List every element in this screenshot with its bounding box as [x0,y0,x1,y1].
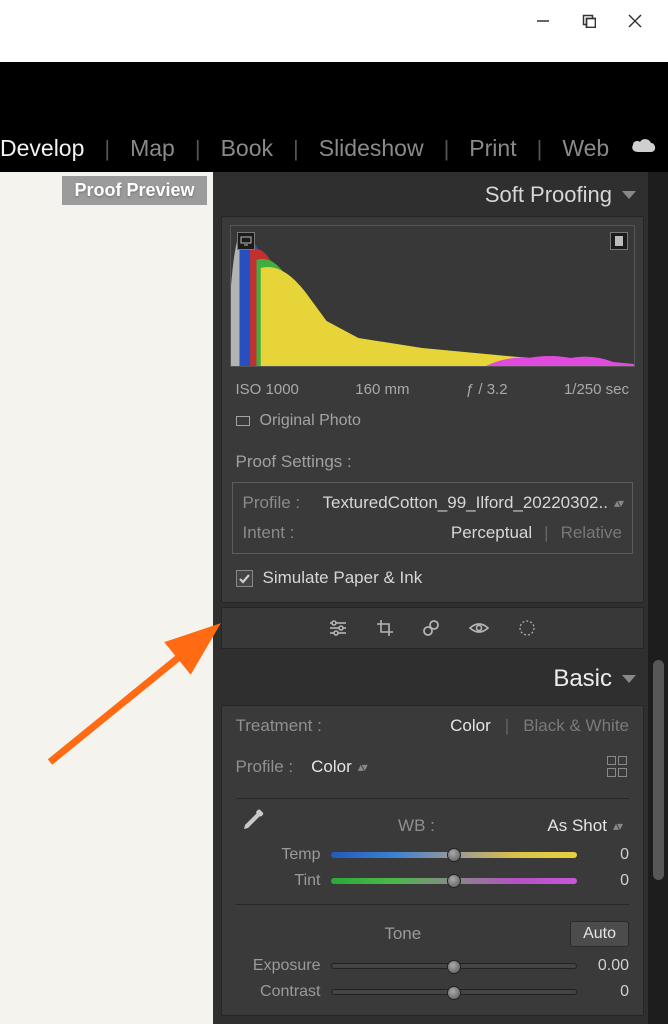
preview-pane: Proof Preview [0,172,213,1024]
profile-dropdown[interactable]: TexturedCotton_99_Ilford_20220302.. [323,493,608,513]
treatment-label: Treatment : [236,716,322,736]
minimize-button[interactable] [520,6,566,36]
proof-settings-box: Profile : TexturedCotton_99_Ilford_20220… [232,482,634,554]
exposure-value[interactable]: 0.00 [589,957,629,975]
divider [236,904,630,905]
soft-proofing-panel: ISO 1000 160 mm ƒ / 3.2 1/250 sec Origin… [221,216,645,603]
chevron-down-icon [622,675,636,683]
basic-profile-label: Profile : [236,757,294,777]
close-button[interactable] [612,6,658,36]
module-map[interactable]: Map [110,135,195,162]
intent-relative[interactable]: Relative [561,523,622,543]
module-print[interactable]: Print [449,135,536,162]
white-balance-picker-icon[interactable] [236,809,264,842]
treatment-color[interactable]: Color [450,716,491,736]
profile-browser-icon[interactable] [607,756,629,778]
chevron-down-icon [622,191,636,199]
updown-icon: ▴▾ [613,819,621,833]
updown-icon: ▴▾ [358,760,366,774]
masking-icon[interactable] [518,619,536,637]
destination-gamut-icon[interactable] [610,232,628,250]
basic-panel: Treatment : Color | Black & White Profil… [221,705,645,1016]
tool-strip [221,607,645,649]
scrollbar-thumb[interactable] [653,660,664,880]
monitor-gamut-icon[interactable] [237,232,255,250]
exif-row: ISO 1000 160 mm ƒ / 3.2 1/250 sec [222,375,644,404]
proof-settings-label: Proof Settings : [222,438,644,482]
basic-title: Basic [553,665,612,693]
intent-label: Intent : [243,523,323,543]
panel-header-soft-proofing[interactable]: Soft Proofing [221,172,645,216]
panel-header-basic[interactable]: Basic [221,653,645,705]
iso-value: ISO 1000 [236,381,299,398]
panel-scrollbar[interactable] [648,172,668,1024]
contrast-value[interactable]: 0 [589,983,629,1001]
simulate-paper-ink-label: Simulate Paper & Ink [263,568,423,588]
module-bar: Develop | Map | Book | Slideshow | Print… [0,62,668,172]
tint-label: Tint [236,872,331,890]
annotation-arrow [40,612,230,772]
contrast-label: Contrast [236,983,331,1001]
tint-value[interactable]: 0 [589,872,629,890]
module-develop[interactable]: Develop [0,135,104,162]
separator: | [505,716,509,736]
auto-tone-button[interactable]: Auto [570,921,629,947]
exposure-slider[interactable] [331,963,578,969]
temp-value[interactable]: 0 [589,846,629,864]
redeye-icon[interactable] [468,621,490,635]
proof-preview-badge: Proof Preview [62,176,206,205]
aperture-value: ƒ / 3.2 [466,381,508,398]
shutter-value: 1/250 sec [564,381,629,398]
healing-icon[interactable] [422,619,440,637]
temp-label: Temp [236,846,331,864]
profile-label: Profile : [243,493,323,513]
exposure-label: Exposure [236,957,331,975]
wb-label: WB : [286,816,548,836]
intent-perceptual[interactable]: Perceptual [451,523,532,543]
histogram-graph [231,226,635,366]
temp-slider[interactable] [331,852,578,858]
edit-sliders-icon[interactable] [328,619,348,637]
wb-dropdown[interactable]: As Shot [547,816,607,836]
tone-label: Tone [236,924,571,944]
separator: | [544,523,548,543]
module-slideshow[interactable]: Slideshow [299,135,444,162]
maximize-button[interactable] [566,6,612,36]
original-photo-label: Original Photo [260,412,361,430]
updown-icon: ▴▾ [614,496,622,510]
focal-value: 160 mm [355,381,409,398]
module-web[interactable]: Web [542,135,629,162]
soft-proofing-title: Soft Proofing [485,182,612,208]
cloud-sync-icon[interactable] [629,136,659,161]
simulate-paper-ink-checkbox[interactable] [236,570,253,587]
divider [236,798,630,799]
histogram[interactable] [230,225,636,367]
original-photo-toggle[interactable]: Original Photo [222,404,644,438]
contrast-slider[interactable] [331,989,578,995]
window-titlebar [0,0,668,62]
crop-icon[interactable] [376,619,394,637]
treatment-bw[interactable]: Black & White [523,716,629,736]
basic-profile-dropdown[interactable]: Color [311,757,352,777]
rectangle-icon [236,416,250,426]
tint-slider[interactable] [331,878,578,884]
module-book[interactable]: Book [201,135,293,162]
